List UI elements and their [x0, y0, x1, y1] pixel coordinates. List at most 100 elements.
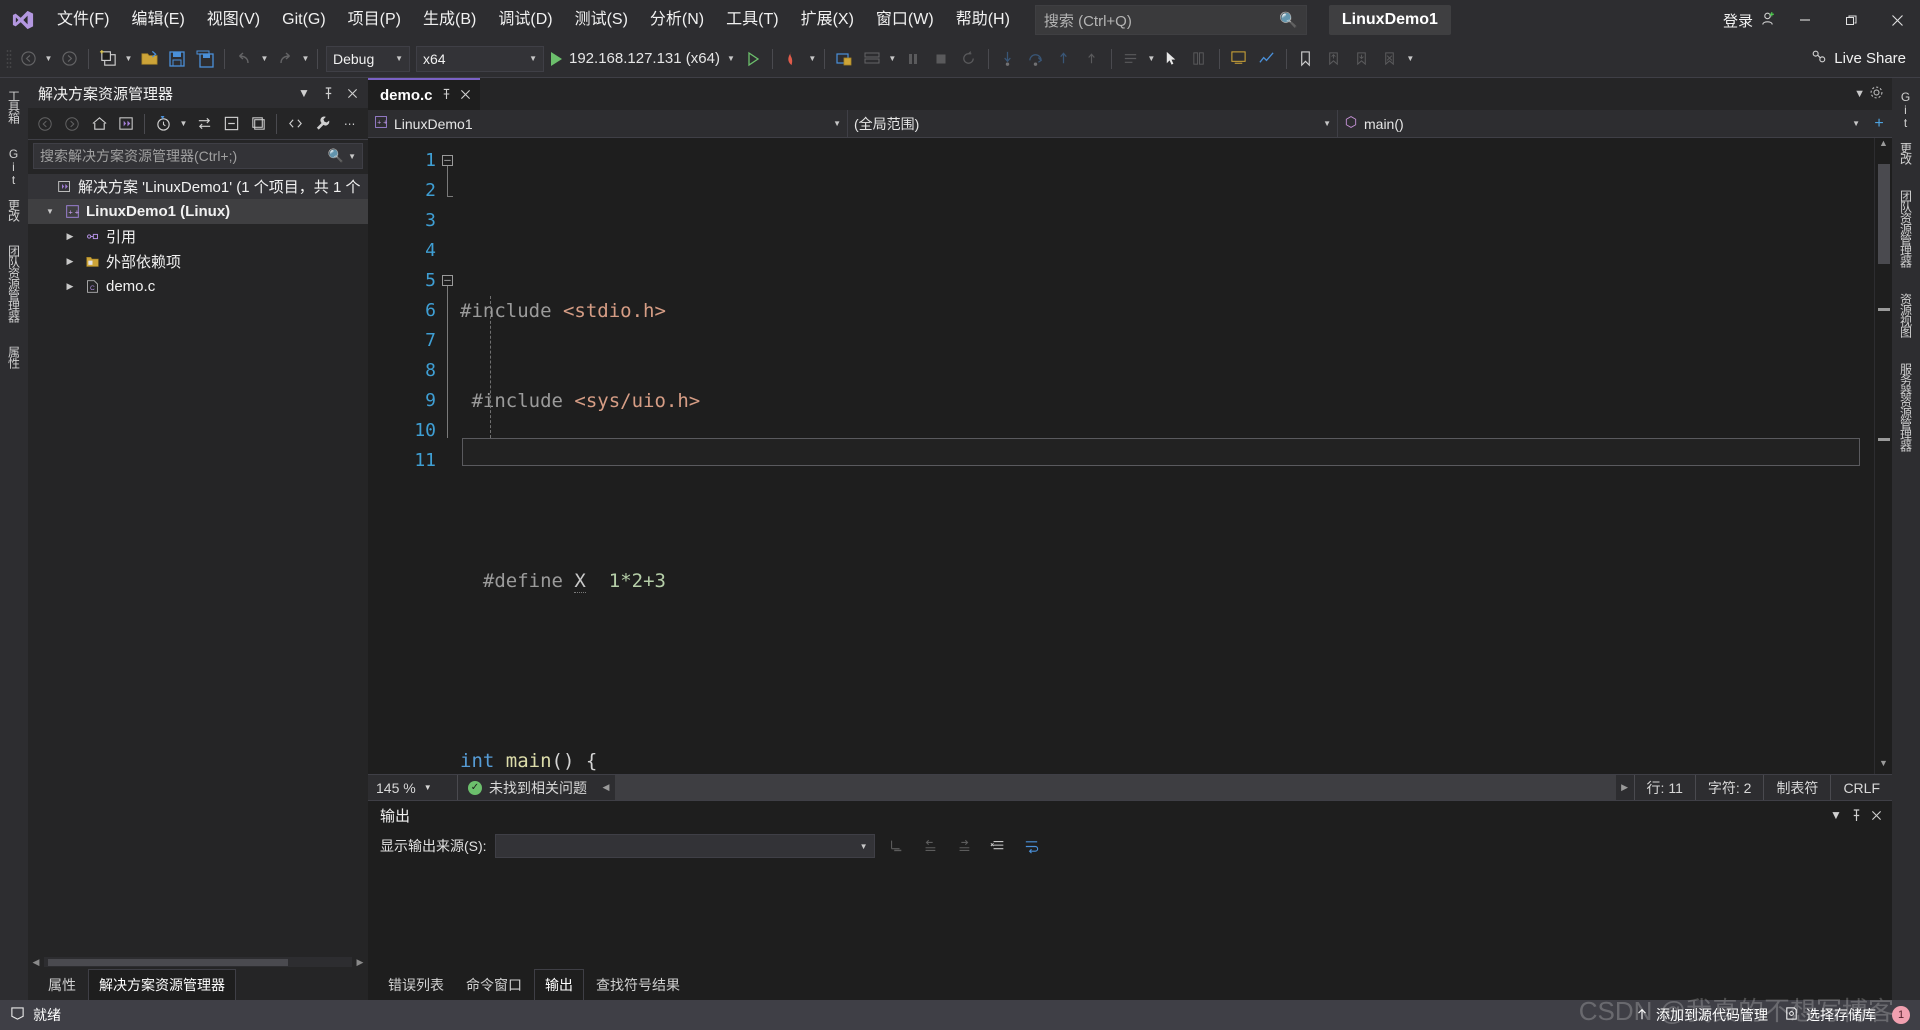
menu-view[interactable]: 视图(V)	[196, 0, 271, 40]
code-view-icon[interactable]	[282, 111, 308, 137]
pin-icon[interactable]	[318, 82, 338, 104]
solution-explorer-hscrollbar[interactable]: ◀ ▶	[28, 954, 368, 970]
menu-project[interactable]: 项目(P)	[337, 0, 412, 40]
pin-icon[interactable]	[441, 88, 452, 103]
stop-icon[interactable]	[927, 45, 955, 73]
tree-item-project[interactable]: ▼ + + LinuxDemo1 (Linux)	[28, 199, 368, 224]
sign-in-button[interactable]: 登录	[1717, 10, 1782, 31]
solution-platform-dropdown[interactable]: x64 ▼	[416, 46, 544, 72]
notifications-button[interactable]: 1	[1892, 1006, 1910, 1024]
editor-horizontal-scrollbar[interactable]: ◀ ▶	[597, 775, 1634, 800]
stack-frame-dropdown-icon[interactable]: ▼	[886, 45, 899, 73]
pointer-icon[interactable]	[1158, 45, 1186, 73]
go-to-previous-icon[interactable]	[917, 833, 943, 859]
sidebar-item-git-changes-right[interactable]: Git 更改	[1896, 86, 1917, 168]
attach-process-icon[interactable]	[830, 45, 858, 73]
tab-find-symbol-results[interactable]: 查找符号结果	[586, 970, 690, 1000]
step-out-icon[interactable]	[1050, 45, 1078, 73]
sidebar-item-team-explorer-right[interactable]: 团队资源管理器	[1896, 186, 1917, 271]
scroll-left-icon[interactable]: ◀	[597, 782, 615, 793]
step-into-icon[interactable]	[994, 45, 1022, 73]
tree-expander[interactable]: ▶	[62, 231, 78, 242]
tab-output[interactable]: 输出	[534, 969, 584, 1000]
editor-tab-demo-c[interactable]: demo.c	[368, 78, 480, 110]
bookmark-prev-icon[interactable]	[1320, 45, 1348, 73]
step-over-icon[interactable]	[1022, 45, 1050, 73]
nav-scope-dropdown[interactable]: (全局范围) ▼	[848, 110, 1338, 138]
fold-collapse-includes-icon[interactable]: ─	[442, 155, 453, 166]
output-source-dropdown[interactable]: ▼	[495, 834, 875, 858]
menu-extensions[interactable]: 扩展(X)	[790, 0, 865, 40]
nav-back-dropdown-icon[interactable]: ▼	[42, 45, 55, 73]
minimize-button[interactable]	[1782, 0, 1828, 40]
redo-dropdown-icon[interactable]: ▼	[299, 45, 312, 73]
solution-icon[interactable]	[113, 111, 139, 137]
scroll-thumb[interactable]	[1878, 164, 1890, 264]
tab-solution-explorer[interactable]: 解决方案资源管理器	[88, 969, 236, 1000]
save-all-icon[interactable]	[191, 45, 219, 73]
scroll-track[interactable]	[615, 775, 1616, 800]
bookmark-icon[interactable]	[1292, 45, 1320, 73]
stack-frame-icon[interactable]	[858, 45, 886, 73]
clear-all-icon[interactable]	[985, 833, 1011, 859]
sidebar-item-git-changes[interactable]: Git 更改	[4, 143, 25, 225]
fold-collapse-main-icon[interactable]: ─	[442, 275, 453, 286]
nav-forward-icon[interactable]	[55, 45, 83, 73]
menu-window[interactable]: 窗口(W)	[865, 0, 945, 40]
menu-git[interactable]: Git(G)	[271, 0, 337, 40]
close-icon[interactable]	[342, 82, 362, 104]
select-repository-button[interactable]: 选择存储库	[1784, 1005, 1876, 1025]
gear-icon[interactable]	[1869, 85, 1884, 103]
columns-icon[interactable]	[1186, 45, 1214, 73]
scroll-up-icon[interactable]: ▲	[1875, 138, 1892, 154]
scroll-down-icon[interactable]: ▼	[1875, 758, 1892, 774]
home-icon[interactable]	[86, 111, 112, 137]
start-debug-button[interactable]: 192.168.127.131 (x64) ▼	[547, 50, 739, 67]
global-search-input[interactable]: 搜索 (Ctrl+Q) 🔍	[1035, 5, 1307, 35]
bookmark-clear-icon[interactable]	[1376, 45, 1404, 73]
sidebar-item-toolbox[interactable]: 工具箱	[4, 86, 25, 127]
tab-command-window[interactable]: 命令窗口	[456, 970, 532, 1000]
scroll-track[interactable]	[44, 957, 352, 967]
new-item-dropdown-icon[interactable]: ▼	[122, 45, 135, 73]
chevron-down-icon[interactable]: ▼	[294, 82, 314, 104]
chevron-down-icon[interactable]: ▼	[177, 110, 190, 138]
output-text-area[interactable]	[368, 863, 1892, 970]
start-without-debug-icon[interactable]	[739, 45, 767, 73]
word-wrap-icon[interactable]	[1019, 833, 1045, 859]
diagnostics-icon[interactable]	[1253, 45, 1281, 73]
zoom-level-dropdown[interactable]: 145 % ▼	[368, 775, 458, 800]
tree-expander-expanded[interactable]: ▼	[42, 207, 58, 216]
close-button[interactable]	[1874, 0, 1920, 40]
tabs-mode-indicator[interactable]: 制表符	[1763, 775, 1830, 800]
menu-help[interactable]: 帮助(H)	[945, 0, 1021, 40]
solution-explorer-search-input[interactable]: 搜索解决方案资源管理器(Ctrl+;) 🔍 ▼	[33, 143, 363, 169]
hot-reload-icon[interactable]	[778, 45, 806, 73]
tree-item-demo-c[interactable]: ▶ C demo.c	[28, 274, 368, 299]
undo-icon[interactable]	[230, 45, 258, 73]
toolbar-overflow-icon[interactable]: ▼	[1404, 45, 1417, 73]
add-to-source-control-button[interactable]: 添加到源代码管理	[1635, 1005, 1768, 1025]
collapse-all-icon[interactable]	[218, 111, 244, 137]
nav-member-dropdown[interactable]: main() ▼	[1338, 110, 1866, 138]
step-up-icon[interactable]	[1078, 45, 1106, 73]
solution-name-chip[interactable]: LinuxDemo1	[1329, 5, 1451, 35]
chevron-down-icon[interactable]: ▼	[1826, 804, 1846, 826]
menu-test[interactable]: 测试(S)	[564, 0, 639, 40]
new-item-icon[interactable]	[94, 45, 122, 73]
editor-vertical-scrollbar[interactable]: ▲ ▼	[1874, 138, 1892, 774]
live-share-button[interactable]: Live Share	[1810, 48, 1920, 69]
sidebar-item-resource-view[interactable]: 资源视图	[1896, 289, 1917, 341]
redo-icon[interactable]	[271, 45, 299, 73]
open-folder-icon[interactable]	[135, 45, 163, 73]
live-visual-tree-icon[interactable]	[1225, 45, 1253, 73]
tree-item-references[interactable]: ▶ 引用	[28, 224, 368, 249]
pin-icon[interactable]	[1846, 804, 1866, 826]
scroll-right-icon[interactable]: ▶	[1616, 782, 1634, 793]
pending-changes-icon[interactable]	[150, 111, 176, 137]
code-content[interactable]: #include <stdio.h> #include <sys/uio.h> …	[460, 138, 1874, 774]
tab-error-list[interactable]: 错误列表	[378, 970, 454, 1000]
sidebar-item-team-explorer[interactable]: 团队资源管理器	[4, 241, 25, 326]
line-ending-indicator[interactable]: CRLF	[1830, 775, 1892, 800]
nav-back-icon[interactable]	[32, 111, 58, 137]
